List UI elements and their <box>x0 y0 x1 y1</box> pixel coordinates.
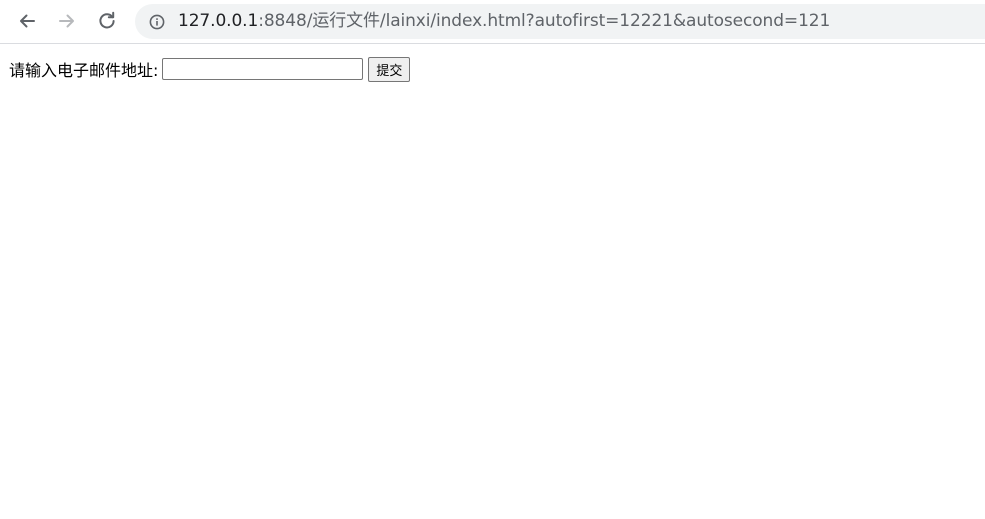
submit-button[interactable]: 提交 <box>368 56 411 82</box>
url-host: 127.0.0.1 <box>178 11 259 31</box>
info-icon[interactable] <box>149 14 165 30</box>
email-form: 请输入电子邮件地址: 提交 <box>9 56 411 82</box>
browser-toolbar: 127.0.0.1:8848/运行文件/lainxi/index.html?au… <box>0 0 985 44</box>
forward-arrow-icon <box>59 14 74 28</box>
url-path: :8848/运行文件/lainxi/index.html?autofirst=1… <box>258 11 831 31</box>
address-bar[interactable]: 127.0.0.1:8848/运行文件/lainxi/index.html?au… <box>135 4 985 39</box>
back-button[interactable] <box>12 6 42 36</box>
forward-button[interactable] <box>52 6 82 36</box>
email-input[interactable] <box>162 58 364 80</box>
back-arrow-icon <box>20 14 35 28</box>
email-label: 请输入电子邮件地址: <box>9 61 159 80</box>
reload-button[interactable] <box>92 6 122 36</box>
url-text: 127.0.0.1:8848/运行文件/lainxi/index.html?au… <box>178 11 830 31</box>
reload-icon <box>99 11 115 29</box>
